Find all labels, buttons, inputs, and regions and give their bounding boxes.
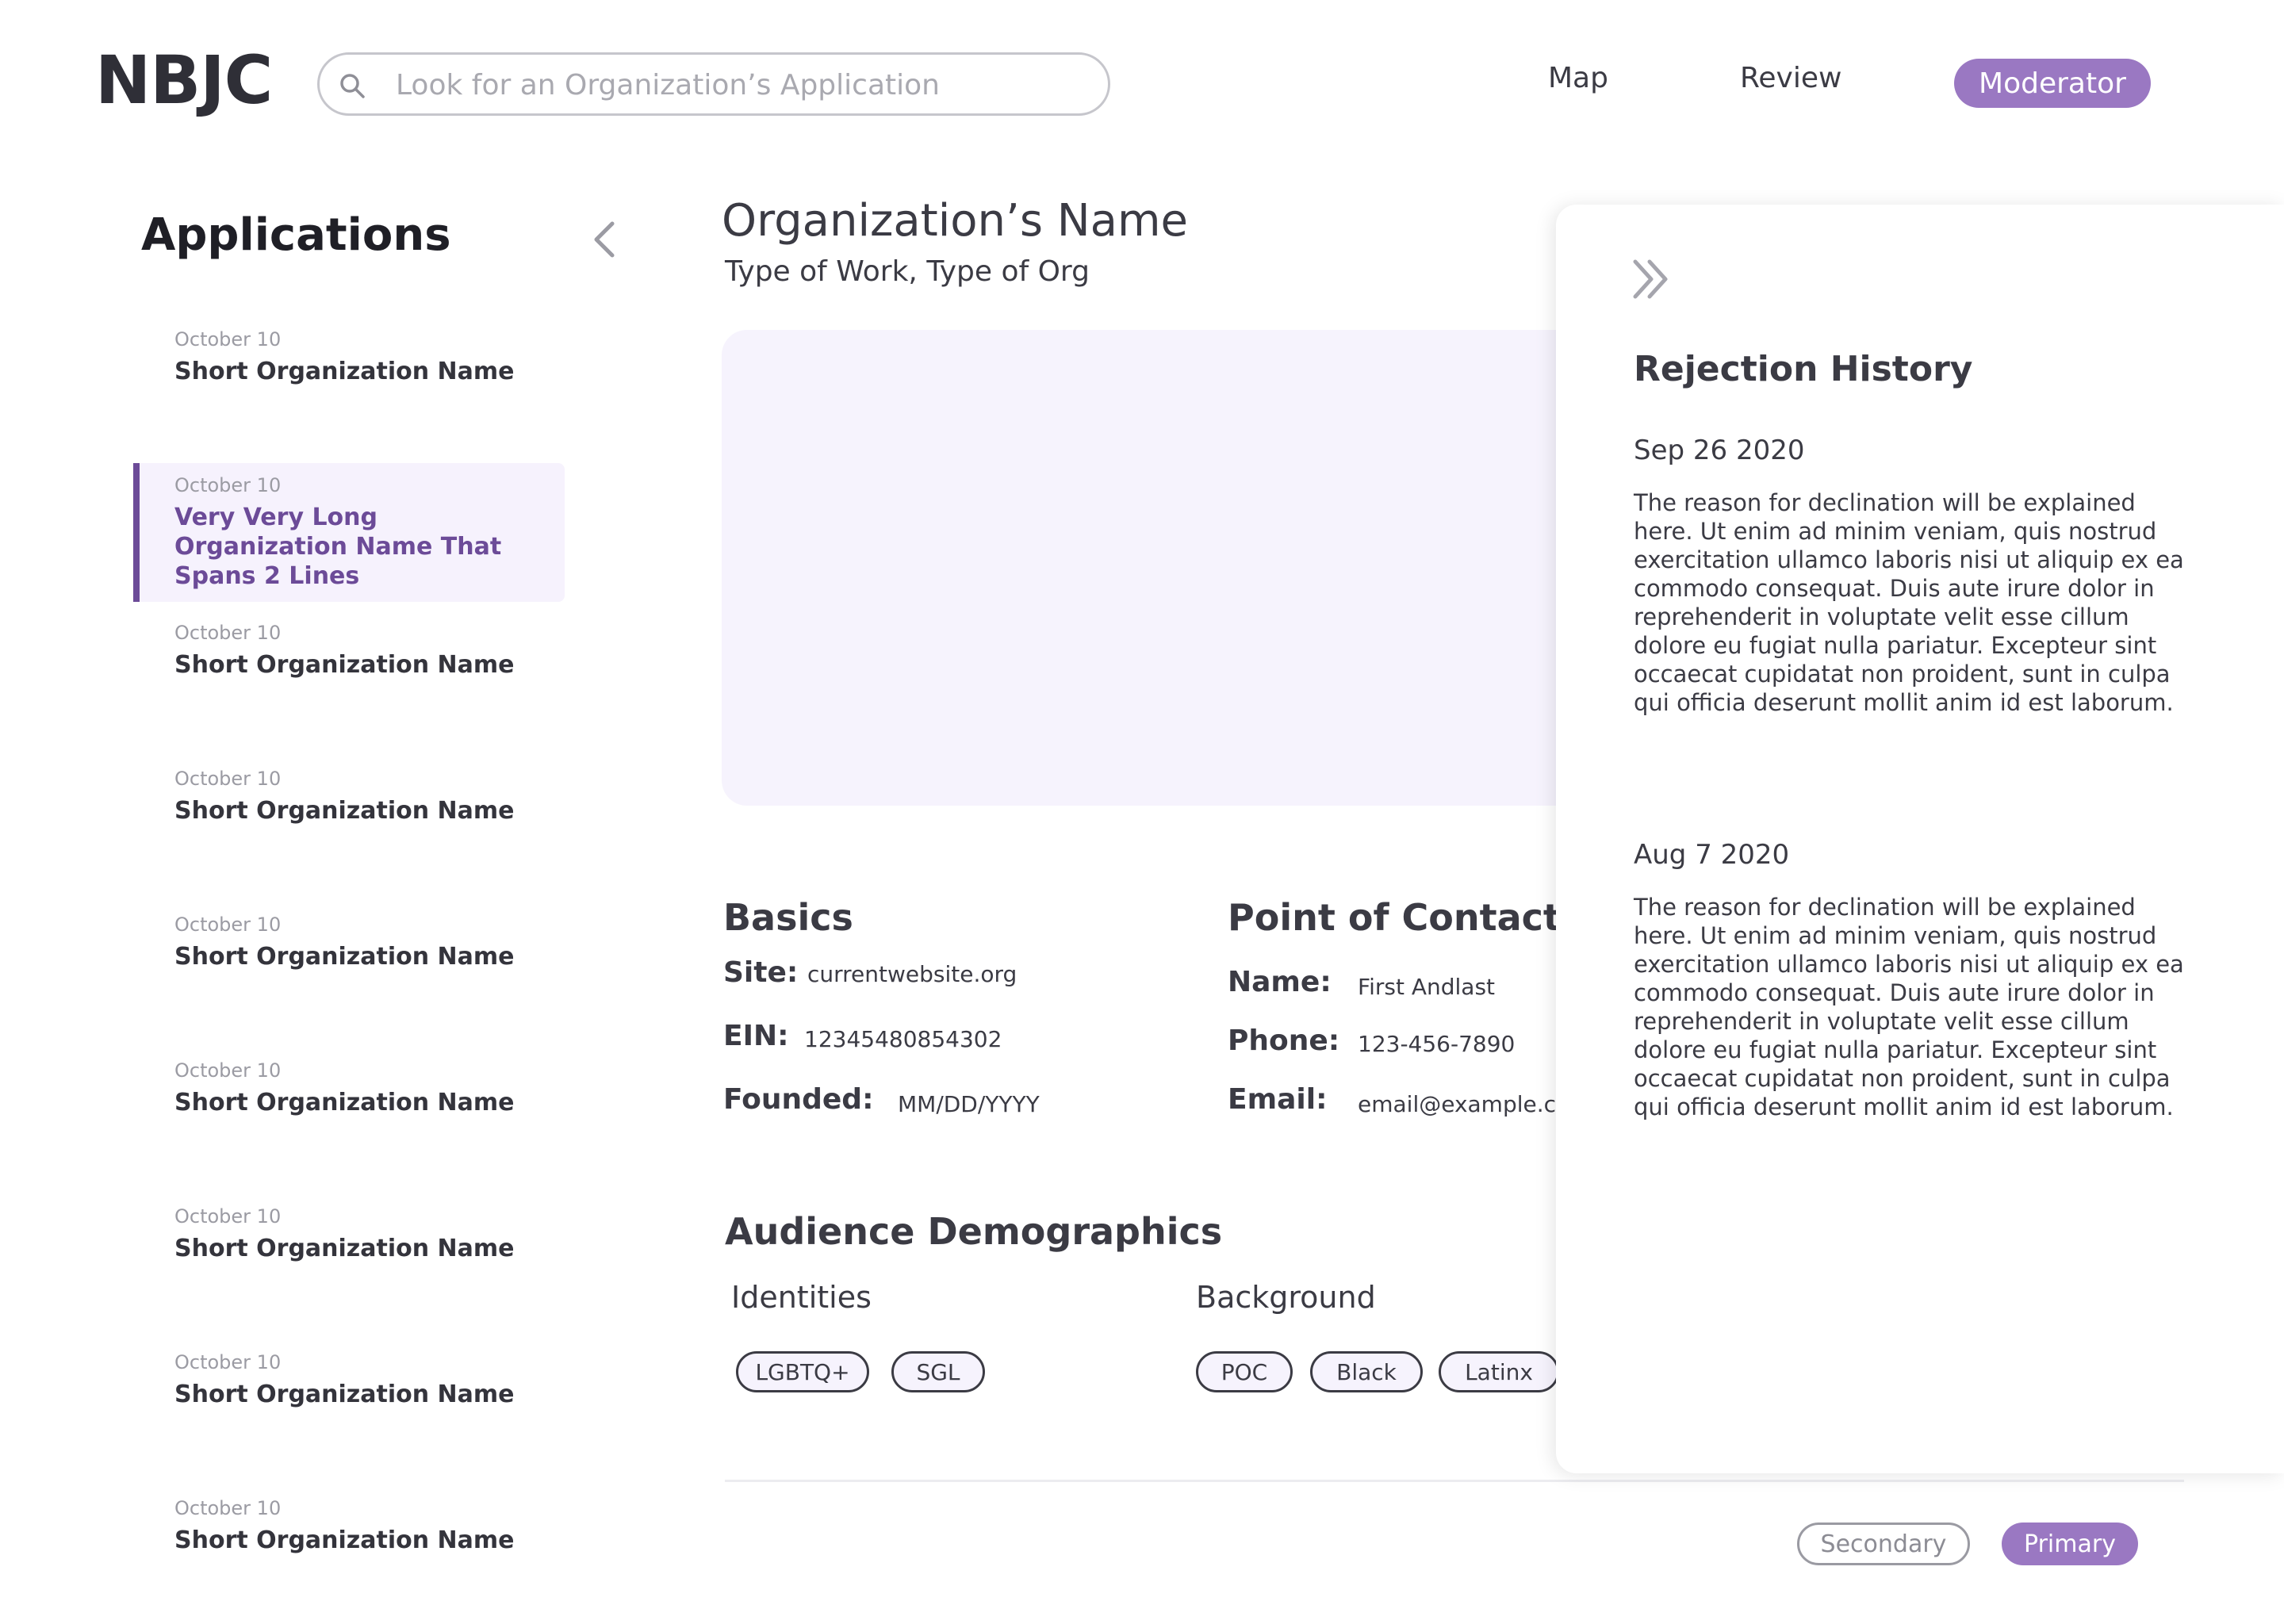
contact-name-value: First Andlast bbox=[1358, 974, 1496, 1000]
search-icon bbox=[340, 74, 365, 98]
application-date: October 10 bbox=[174, 1497, 282, 1519]
application-list-item[interactable]: October 10 Short Organization Name bbox=[133, 756, 565, 837]
rejection-reason: The reason for declination will be expla… bbox=[1634, 894, 2184, 1120]
application-org-name: Short Organization Name bbox=[174, 1235, 515, 1262]
logo: NBJC bbox=[95, 41, 273, 119]
application-list-item-selected[interactable]: October 10 Very Very Long Organization N… bbox=[133, 463, 565, 602]
application-date: October 10 bbox=[174, 914, 282, 936]
application-list-item[interactable]: October 10 Short Organization Name bbox=[133, 317, 565, 397]
ein-value: 12345480854302 bbox=[804, 1026, 1002, 1052]
nav-map[interactable]: Map bbox=[1548, 62, 1608, 94]
application-list-item[interactable]: October 10 Short Organization Name bbox=[133, 1486, 565, 1566]
rejection-history-title: Rejection History bbox=[1634, 349, 1973, 389]
application-org-name: Short Organization Name bbox=[174, 943, 515, 971]
search-bar[interactable] bbox=[317, 52, 1110, 116]
contact-heading: Point of Contact bbox=[1228, 896, 1561, 939]
background-tag[interactable]: Black bbox=[1310, 1351, 1423, 1392]
application-org-name: Short Organization Name bbox=[174, 1089, 515, 1116]
application-date: October 10 bbox=[174, 1059, 282, 1082]
org-name-heading: Organization’s Name bbox=[722, 195, 1188, 247]
identity-tag[interactable]: LGBTQ+ bbox=[736, 1351, 869, 1392]
nav-moderator-button[interactable]: Moderator bbox=[1954, 59, 2151, 108]
applications-title: Applications bbox=[141, 209, 451, 261]
search-input[interactable] bbox=[396, 63, 1094, 107]
background-tag[interactable]: Latinx bbox=[1439, 1351, 1559, 1392]
site-label: Site: bbox=[723, 956, 799, 989]
application-list-item[interactable]: October 10 Short Organization Name bbox=[133, 611, 565, 691]
demographics-heading: Audience Demographics bbox=[725, 1210, 1223, 1253]
background-label: Background bbox=[1196, 1280, 1376, 1315]
contact-email-label: Email: bbox=[1228, 1083, 1328, 1116]
double-chevron-right-icon[interactable] bbox=[1629, 257, 1677, 301]
application-date: October 10 bbox=[174, 768, 282, 790]
application-list-item[interactable]: October 10 Short Organization Name bbox=[133, 1340, 565, 1420]
application-date: October 10 bbox=[174, 1351, 282, 1373]
founded-value: MM/DD/YYYY bbox=[898, 1091, 1040, 1117]
application-date: October 10 bbox=[174, 328, 282, 350]
org-subtitle: Type of Work, Type of Org bbox=[725, 255, 1090, 288]
primary-button[interactable]: Primary bbox=[2002, 1522, 2138, 1565]
identity-tag[interactable]: SGL bbox=[891, 1351, 985, 1392]
application-org-name: Short Organization Name bbox=[174, 1381, 515, 1408]
application-org-name: Short Organization Name bbox=[174, 1526, 515, 1554]
chevron-left-icon[interactable] bbox=[587, 219, 622, 260]
secondary-button[interactable]: Secondary bbox=[1797, 1522, 1970, 1565]
rejection-date: Aug 7 2020 bbox=[1634, 839, 1790, 871]
identities-label: Identities bbox=[731, 1280, 872, 1315]
contact-phone-label: Phone: bbox=[1228, 1025, 1340, 1057]
contact-name-label: Name: bbox=[1228, 966, 1332, 998]
application-list-item[interactable]: October 10 Short Organization Name bbox=[133, 902, 565, 982]
ein-label: EIN: bbox=[723, 1020, 789, 1052]
application-org-name: Very Very Long Organization Name That Sp… bbox=[174, 504, 502, 590]
application-date: October 10 bbox=[174, 474, 282, 496]
contact-phone-value: 123-456-7890 bbox=[1358, 1031, 1516, 1057]
application-list-item[interactable]: October 10 Short Organization Name bbox=[133, 1194, 565, 1274]
background-tag[interactable]: POC bbox=[1196, 1351, 1293, 1392]
nav-review[interactable]: Review bbox=[1740, 62, 1841, 94]
rejection-history-panel: Rejection History Sep 26 2020 The reason… bbox=[1556, 205, 2284, 1473]
application-list-item[interactable]: October 10 Short Organization Name bbox=[133, 1048, 565, 1128]
application-date: October 10 bbox=[174, 622, 282, 644]
application-org-name: Short Organization Name bbox=[174, 651, 515, 679]
media-placeholder bbox=[722, 330, 1594, 806]
founded-label: Founded: bbox=[723, 1083, 874, 1116]
rejection-date: Sep 26 2020 bbox=[1634, 435, 1805, 466]
application-org-name: Short Organization Name bbox=[174, 797, 515, 825]
application-date: October 10 bbox=[174, 1205, 282, 1228]
rejection-reason: The reason for declination will be expla… bbox=[1634, 489, 2184, 716]
application-org-name: Short Organization Name bbox=[174, 358, 515, 385]
footer-divider bbox=[725, 1480, 2184, 1482]
basics-heading: Basics bbox=[723, 896, 853, 939]
site-value: currentwebsite.org bbox=[807, 961, 1017, 987]
